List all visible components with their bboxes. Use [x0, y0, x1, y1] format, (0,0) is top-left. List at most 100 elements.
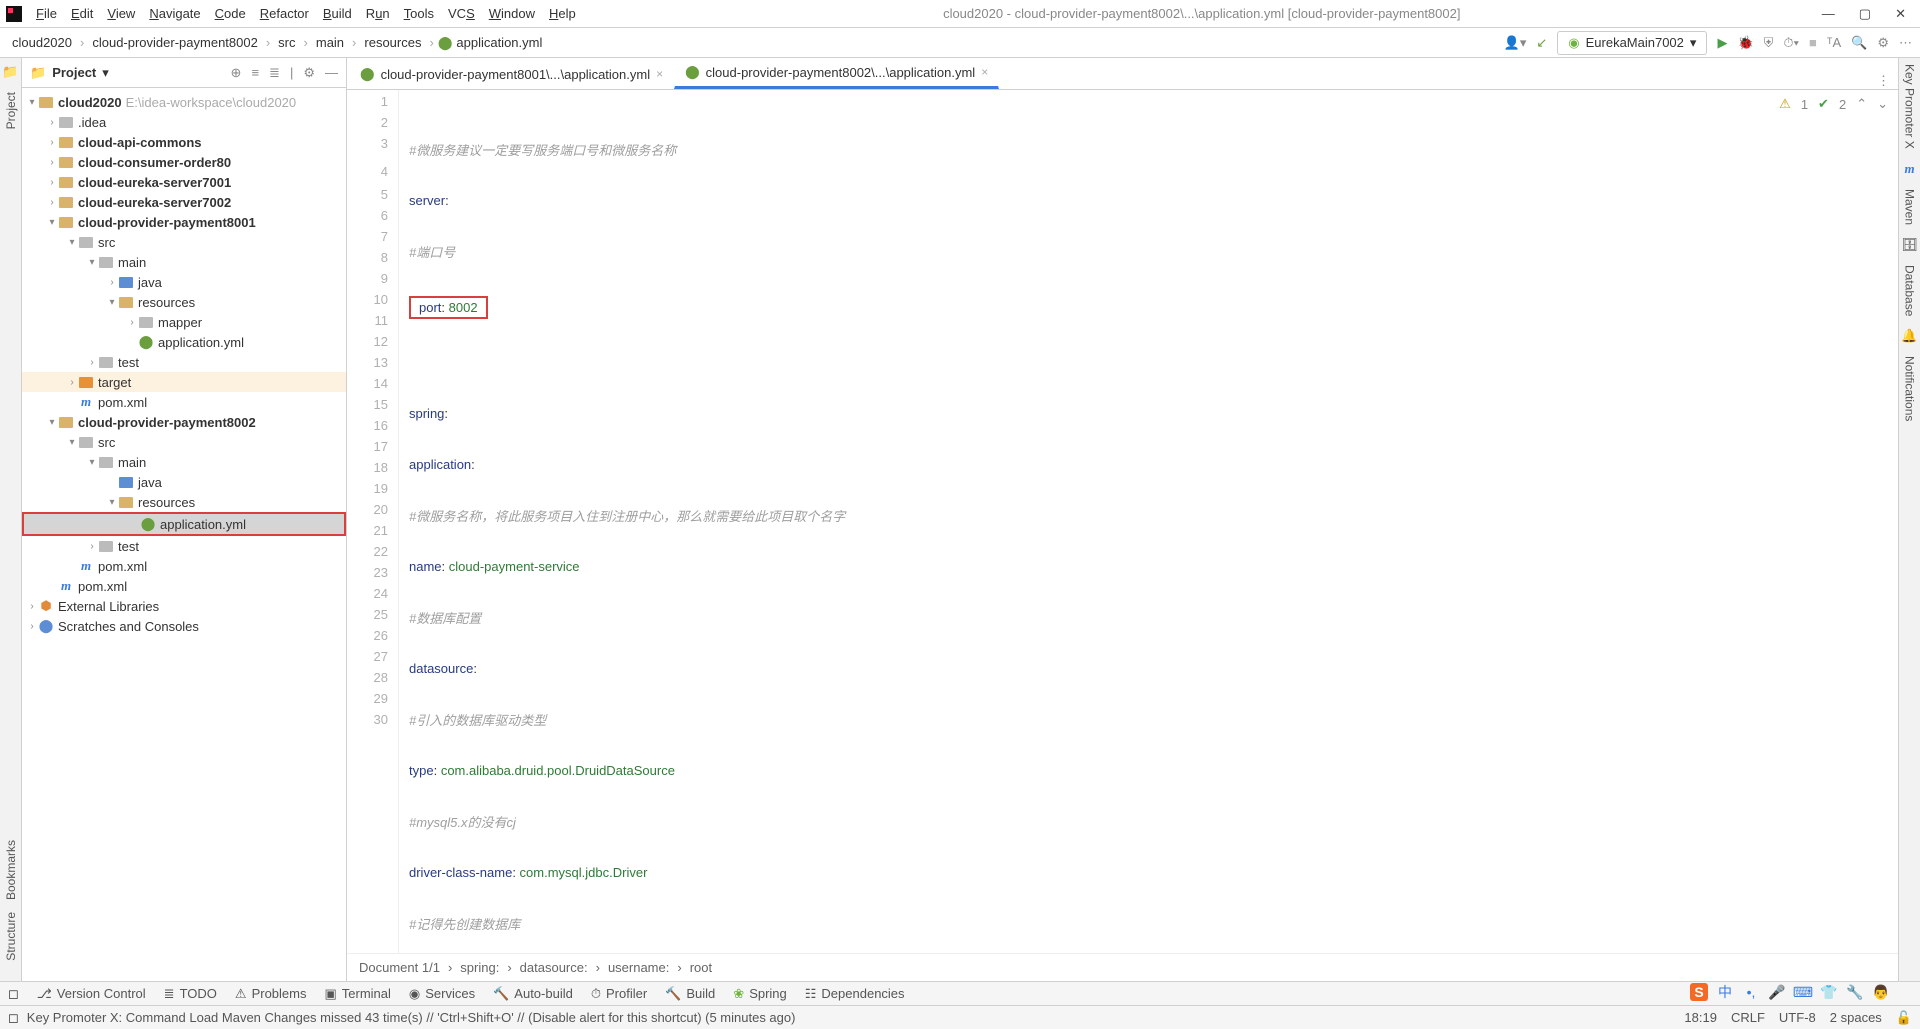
ime-skin-icon[interactable]: 👕	[1820, 983, 1838, 1001]
tw-spring[interactable]: ❀Spring	[733, 986, 786, 1002]
run-config-selector[interactable]: ◉ EurekaMain7002 ▾	[1557, 31, 1707, 55]
tree-pay8002[interactable]: cloud-provider-payment8002	[78, 415, 256, 430]
ime-user-icon[interactable]: 👨	[1872, 983, 1890, 1001]
database-tab[interactable]: Database	[1903, 265, 1917, 316]
bell-icon[interactable]: 🔔	[1901, 328, 1917, 344]
gear-icon[interactable]: ⚙	[303, 65, 315, 81]
profile-icon[interactable]: ⏱▾	[1783, 35, 1799, 51]
caret-position[interactable]: 18:19	[1684, 1010, 1717, 1026]
ime-zhong-icon[interactable]: 中	[1716, 983, 1734, 1001]
project-tool-tab[interactable]: Project	[4, 92, 18, 129]
keypromoter-tab[interactable]: Key Promoter X	[1903, 64, 1917, 149]
run-icon[interactable]: ▶	[1717, 35, 1727, 51]
structure-tool-tab[interactable]: Structure	[4, 912, 18, 961]
menu-edit[interactable]: Edit	[65, 3, 99, 24]
menu-file[interactable]: File	[30, 3, 63, 24]
code-editor[interactable]: ⚠1✔2⌃⌄ #微服务建议一定要写服务端口号和微服务名称 server: #端口…	[399, 90, 1898, 953]
crumb-username[interactable]: username:	[608, 960, 669, 975]
tw-autobuild[interactable]: 🔨Auto-build	[493, 986, 573, 1002]
crumb-file[interactable]: application.yml	[452, 33, 546, 52]
chevron-down-icon[interactable]: ▾	[102, 65, 109, 81]
tw-services[interactable]: ◉Services	[409, 986, 475, 1002]
notifications-tab[interactable]: Notifications	[1903, 356, 1917, 421]
bookmarks-tool-tab[interactable]: Bookmarks	[4, 840, 18, 900]
sogou-icon[interactable]: S	[1690, 983, 1708, 1001]
database-icon[interactable]: 🗄	[1901, 237, 1918, 253]
tree-8002-appyml[interactable]: application.yml	[160, 517, 246, 532]
crumb-src[interactable]: src	[274, 33, 299, 52]
file-encoding[interactable]: UTF-8	[1779, 1010, 1816, 1026]
expand-all-icon[interactable]: ≡	[251, 65, 259, 81]
ime-punct-icon[interactable]: •,	[1742, 983, 1760, 1001]
tree-pay8001[interactable]: cloud-provider-payment8001	[78, 215, 256, 230]
tw-dependencies[interactable]: ☷Dependencies	[805, 986, 905, 1002]
editor-tab-8001[interactable]: ⬤cloud-provider-payment8001\...\applicat…	[349, 59, 674, 89]
crumb-main[interactable]: main	[312, 33, 348, 52]
close-icon[interactable]: ✕	[1895, 6, 1906, 22]
tree-8001-pom[interactable]: pom.xml	[98, 395, 147, 410]
ime-tool-icon[interactable]: 🔧	[1846, 983, 1864, 1001]
tree-eureka7001[interactable]: cloud-eureka-server7001	[78, 175, 231, 190]
project-tool-icon[interactable]: 📁	[2, 64, 18, 80]
tree-api-commons[interactable]: cloud-api-commons	[78, 135, 202, 150]
line-gutter[interactable]: 1234567891011121314151617181920212223242…	[347, 90, 399, 953]
crumb-spring[interactable]: spring:	[460, 960, 499, 975]
tree-8001-main[interactable]: main	[118, 255, 146, 270]
tab-more-icon[interactable]: ⋮	[1877, 73, 1890, 89]
tree-8001-src[interactable]: src	[98, 235, 115, 250]
menu-run[interactable]: Run	[360, 3, 396, 24]
menu-help[interactable]: Help	[543, 3, 582, 24]
tree-8001-java[interactable]: java	[138, 275, 162, 290]
ime-keyboard-icon[interactable]: ⌨	[1794, 983, 1812, 1001]
tree-8001-resources[interactable]: resources	[138, 295, 195, 310]
tw-version-control[interactable]: ⎇Version Control	[37, 986, 146, 1002]
search-icon[interactable]: 🔍	[1851, 35, 1867, 51]
tree-ext-libs[interactable]: External Libraries	[58, 599, 159, 614]
tree-8002-main[interactable]: main	[118, 455, 146, 470]
menu-window[interactable]: Window	[483, 3, 541, 24]
close-tab-icon[interactable]: ×	[981, 65, 988, 79]
debug-icon[interactable]: 🐞	[1737, 35, 1753, 51]
tree-idea[interactable]: .idea	[78, 115, 106, 130]
select-opened-icon[interactable]: ⊕	[231, 65, 242, 81]
crumb-root[interactable]: cloud2020	[8, 33, 76, 52]
menu-vcs[interactable]: VCS	[442, 3, 481, 24]
tw-todo[interactable]: ≣TODO	[164, 986, 217, 1002]
coverage-icon[interactable]: ⛨	[1764, 35, 1774, 51]
tree-eureka7002[interactable]: cloud-eureka-server7002	[78, 195, 231, 210]
tw-problems[interactable]: ⚠Problems	[235, 986, 307, 1002]
settings-icon[interactable]: ⚙	[1877, 35, 1889, 51]
menu-refactor[interactable]: Refactor	[254, 3, 315, 24]
tree-8002-pom[interactable]: pom.xml	[98, 559, 147, 574]
status-icon[interactable]: ◻	[8, 1010, 19, 1026]
project-tree[interactable]: ▾cloud2020E:\idea-workspace\cloud2020 ›.…	[22, 88, 346, 981]
ide-scripting-icon[interactable]: ⋯	[1899, 35, 1912, 51]
tree-consumer80[interactable]: cloud-consumer-order80	[78, 155, 231, 170]
tree-8002-resources[interactable]: resources	[138, 495, 195, 510]
crumb-value[interactable]: root	[690, 960, 712, 975]
tw-build[interactable]: 🔨Build	[665, 986, 715, 1002]
crumb-module[interactable]: cloud-provider-payment8002	[88, 33, 261, 52]
close-tab-icon[interactable]: ×	[656, 67, 663, 81]
tree-8001-appyml[interactable]: application.yml	[158, 335, 244, 350]
tree-8002-test[interactable]: test	[118, 539, 139, 554]
tree-root[interactable]: cloud2020	[58, 95, 122, 110]
maven-tab[interactable]: Maven	[1903, 189, 1917, 225]
indent-info[interactable]: 2 spaces	[1830, 1010, 1882, 1026]
inspection-widget[interactable]: ⚠1✔2⌃⌄	[1779, 96, 1888, 112]
tree-8001-mapper[interactable]: mapper	[158, 315, 202, 330]
line-separator[interactable]: CRLF	[1731, 1010, 1765, 1026]
tree-8002-src[interactable]: src	[98, 435, 115, 450]
collapse-all-icon[interactable]: ≣	[269, 65, 280, 81]
translate-icon[interactable]: ᵀA	[1827, 35, 1841, 50]
user-icon[interactable]: 👤▾	[1504, 35, 1527, 51]
tw-profiler[interactable]: ⏱Profiler	[591, 986, 647, 1002]
readonly-icon[interactable]: 🔓	[1896, 1010, 1912, 1026]
tree-8002-java[interactable]: java	[138, 475, 162, 490]
tree-root-pom[interactable]: pom.xml	[78, 579, 127, 594]
menu-tools[interactable]: Tools	[398, 3, 440, 24]
tw-terminal[interactable]: ▣Terminal	[324, 986, 390, 1002]
maximize-icon[interactable]: ▢	[1859, 6, 1871, 22]
tree-scratches[interactable]: Scratches and Consoles	[58, 619, 199, 634]
tree-8001-test[interactable]: test	[118, 355, 139, 370]
